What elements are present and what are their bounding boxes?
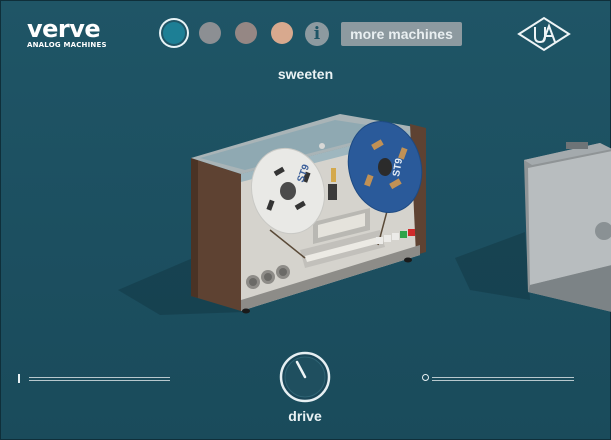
next-machine-preview[interactable] <box>524 142 611 312</box>
left-slider-handle[interactable] <box>18 374 20 383</box>
left-slider[interactable] <box>18 374 170 383</box>
right-slider-track <box>432 377 574 378</box>
lever-gold <box>331 168 336 182</box>
wood-side-panel <box>191 158 241 311</box>
lever-black <box>328 184 337 200</box>
drive-label: drive <box>288 408 322 424</box>
right-slider-handle[interactable] <box>422 374 429 381</box>
second-machine-shadow <box>455 232 530 300</box>
left-slider-track <box>29 377 170 378</box>
foot-right <box>404 257 412 263</box>
wood-edge <box>191 158 198 298</box>
right-slider[interactable] <box>422 374 574 381</box>
tape-machine[interactable]: ST9 ST9 <box>191 114 431 314</box>
left-slider-track-lower <box>29 380 170 381</box>
foot-left <box>242 308 250 314</box>
right-slider-track-lower <box>432 380 574 381</box>
drive-knob[interactable] <box>278 350 332 404</box>
top-screw <box>319 143 325 149</box>
